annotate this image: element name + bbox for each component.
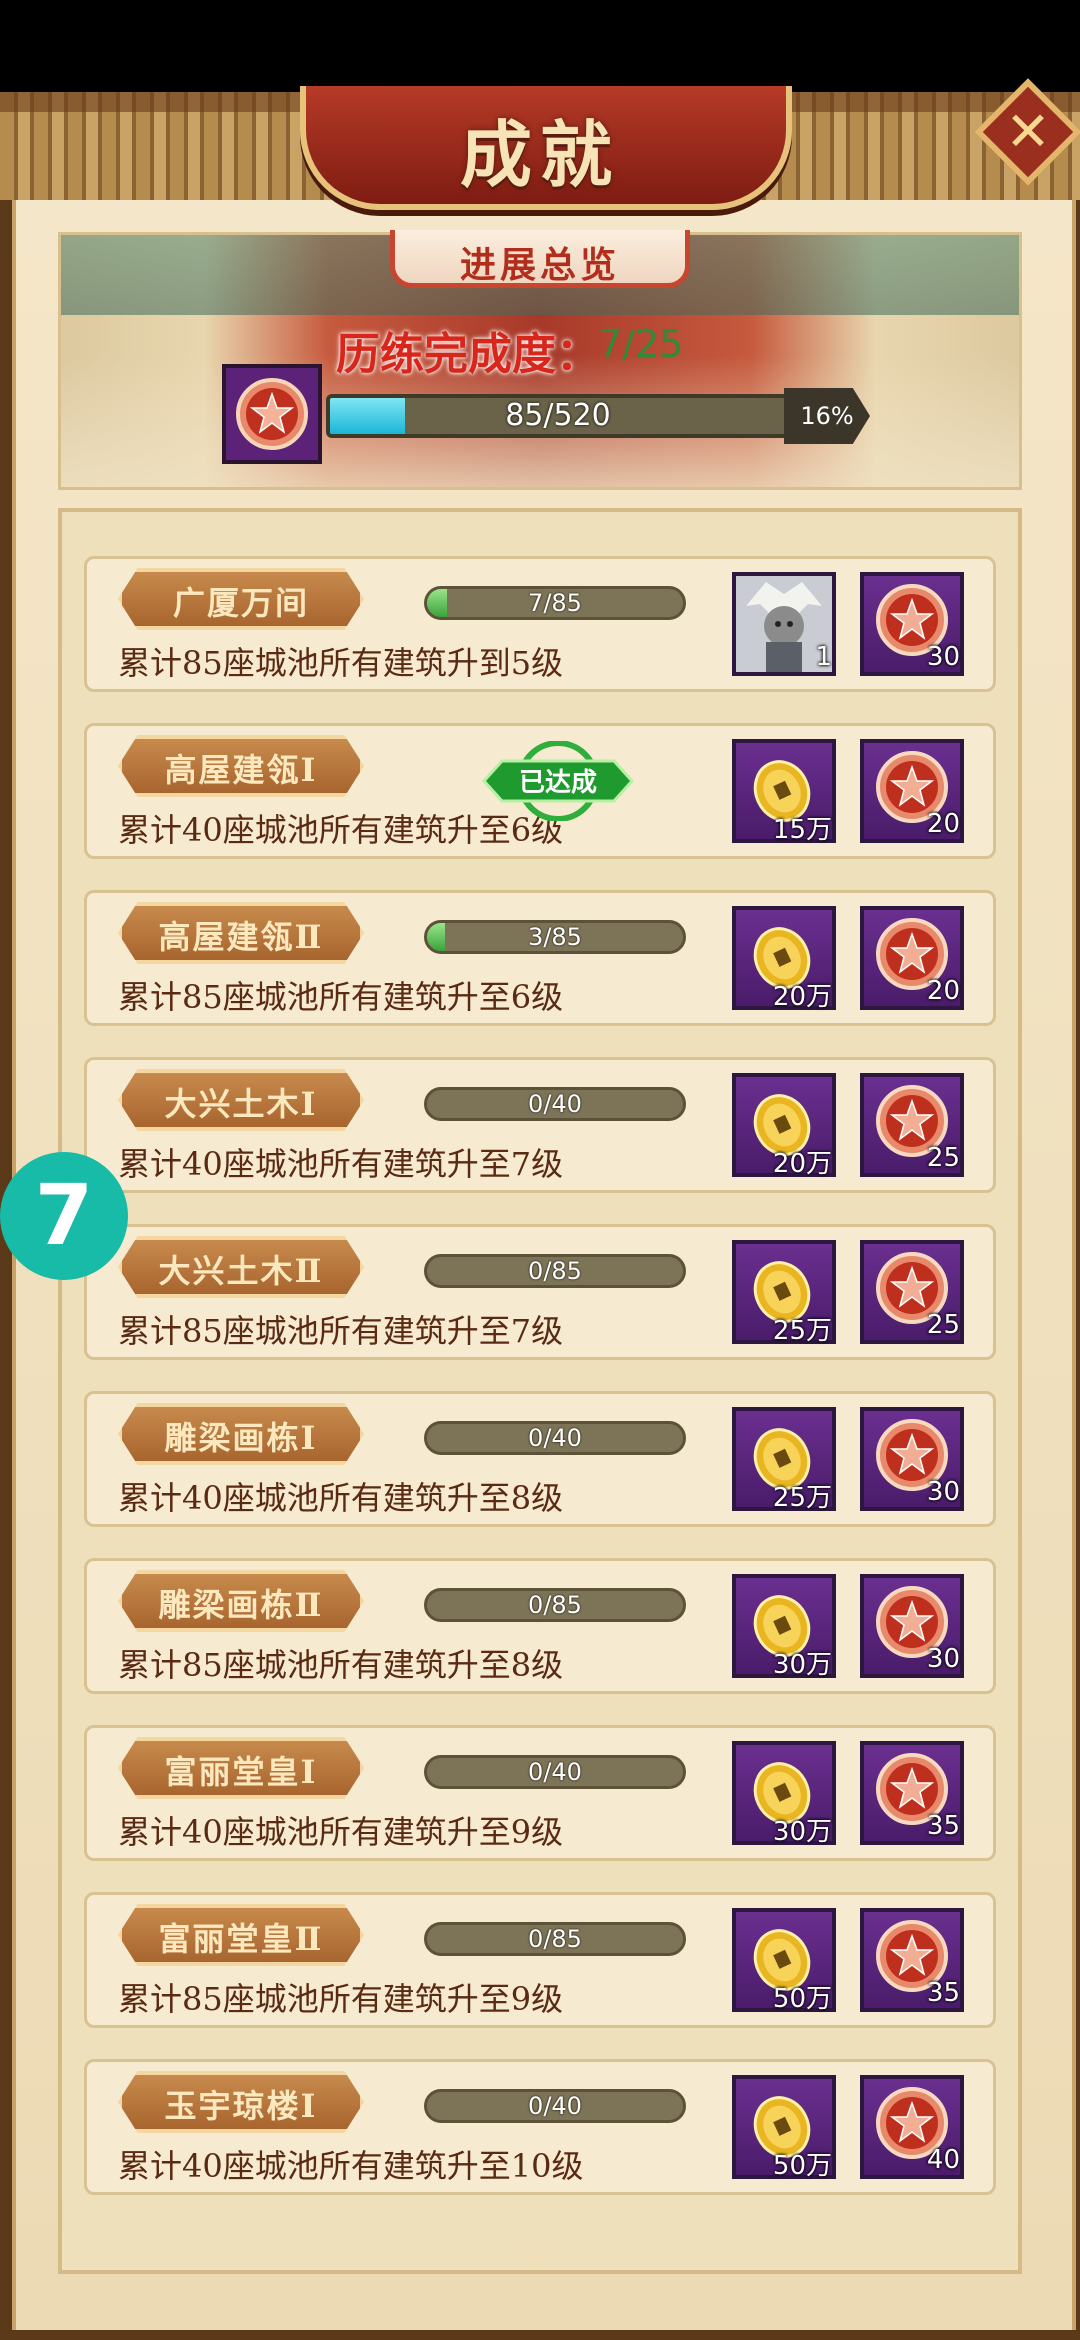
reward-amount: 30 xyxy=(926,1477,960,1507)
achievement-title: 广厦万间 xyxy=(118,568,364,630)
reward-amount: 30万 xyxy=(772,1650,832,1680)
achievement-description: 累计85座城池所有建筑升至9级 xyxy=(118,1980,564,2018)
reward-amount: 50万 xyxy=(772,1984,832,2014)
achievement-description: 累计85座城池所有建筑升至7级 xyxy=(118,1312,564,1350)
reward-amount: 35 xyxy=(926,1978,960,2008)
achievement-progress-text: 0/85 xyxy=(528,1591,582,1619)
overview-tab-label: 进展总览 xyxy=(459,244,620,286)
reward-amount: 15万 xyxy=(772,815,832,845)
reward-amount: 25万 xyxy=(772,1483,832,1513)
achievement-progress-text: 0/85 xyxy=(528,1925,582,1953)
reward-amount: 20万 xyxy=(772,982,832,1012)
achievement-title: 高屋建瓴Ⅱ xyxy=(118,902,364,964)
achievement-title: 玉宇琼楼Ⅰ xyxy=(118,2071,364,2133)
achievement-description: 累计40座城池所有建筑升至8级 xyxy=(118,1479,564,1517)
reward-amount: 25万 xyxy=(772,1316,832,1346)
reward-amount: 35 xyxy=(926,1811,960,1841)
overview-progress-text: 85/520 xyxy=(505,398,611,433)
achievement-description: 累计85座城池所有建筑升至6级 xyxy=(118,978,564,1016)
svg-text:已达成: 已达成 xyxy=(519,767,597,797)
achievement-progress-text: 0/40 xyxy=(528,1424,582,1452)
achievement-description: 累计85座城池所有建筑升到5级 xyxy=(118,644,564,682)
achievement-progress-text: 0/85 xyxy=(528,1257,582,1285)
reward-amount: 40 xyxy=(926,2145,960,2175)
completion-count: 7/25 xyxy=(598,322,684,366)
reward-amount: 30万 xyxy=(772,1817,832,1847)
achievement-progress-text: 0/40 xyxy=(528,1090,582,1118)
reward-amount: 50万 xyxy=(772,2151,832,2181)
achievement-title: 高屋建瓴Ⅰ xyxy=(118,735,364,797)
achievement-description: 累计85座城池所有建筑升至8级 xyxy=(118,1646,564,1684)
star-medal-icon[interactable] xyxy=(222,364,322,464)
overview-percent: 16% xyxy=(784,388,870,444)
achievement-progress-text: 0/40 xyxy=(528,2092,582,2120)
star-medal-icon-graphic xyxy=(236,378,308,450)
achievement-title: 大兴土木Ⅱ xyxy=(118,1236,364,1298)
achievement-description: 累计40座城池所有建筑升至10级 xyxy=(118,2147,584,2185)
completion-label: 历练完成度： xyxy=(336,329,600,380)
reward-amount: 20万 xyxy=(772,1149,832,1179)
achievement-description: 累计40座城池所有建筑升至7级 xyxy=(118,1145,564,1183)
achievement-title: 富丽堂皇Ⅰ xyxy=(118,1737,364,1799)
achievement-title: 大兴土木Ⅰ xyxy=(118,1069,364,1131)
status-bar xyxy=(0,0,1080,92)
achievement-progress-text: 7/85 xyxy=(528,589,582,617)
achievement-progress-text: 0/40 xyxy=(528,1758,582,1786)
reward-amount: 30 xyxy=(926,642,960,672)
reward-amount: 25 xyxy=(926,1310,960,1340)
page-title: 成就 xyxy=(459,112,620,197)
floating-badge-number[interactable]: 7 xyxy=(0,1160,128,1270)
completed-badge: 已达成 xyxy=(478,740,638,822)
achievement-title: 雕梁画栋Ⅰ xyxy=(118,1403,364,1465)
achievement-description: 累计40座城池所有建筑升至9级 xyxy=(118,1813,564,1851)
chevron-down-icon[interactable] xyxy=(510,2232,570,2272)
close-icon[interactable]: ✕ xyxy=(990,94,1066,170)
reward-amount: 20 xyxy=(926,976,960,1006)
reward-amount: 20 xyxy=(926,809,960,839)
reward-amount: 30 xyxy=(926,1644,960,1674)
reward-amount: 25 xyxy=(926,1143,960,1173)
achievement-title: 富丽堂皇Ⅱ xyxy=(118,1904,364,1966)
achievement-title: 雕梁画栋Ⅱ xyxy=(118,1570,364,1632)
reward-amount: 1 xyxy=(815,642,832,672)
achievement-progress-text: 3/85 xyxy=(528,923,582,951)
